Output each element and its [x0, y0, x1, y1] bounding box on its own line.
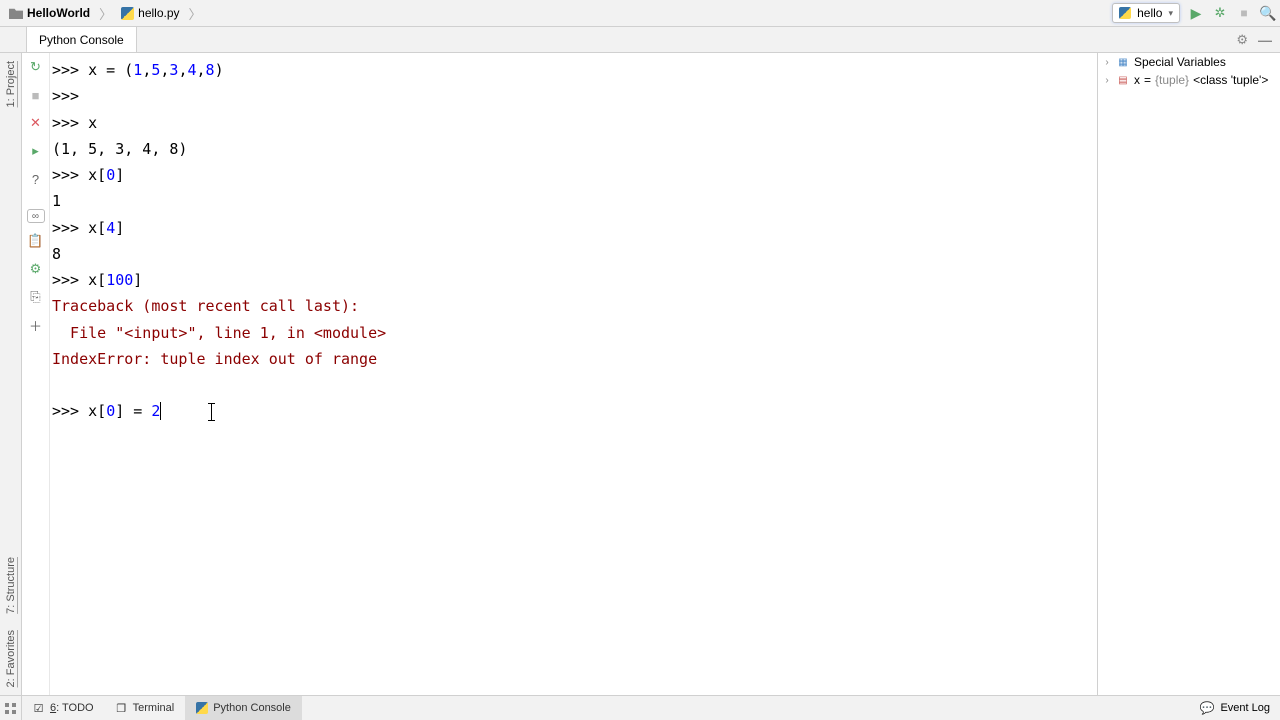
chevron-right-icon[interactable]: › [1102, 57, 1112, 68]
variable-class: <class 'tuple'> [1193, 73, 1268, 87]
text-cursor-icon [211, 403, 212, 421]
event-log-icon: 💬 [1200, 701, 1215, 715]
stop-console-button[interactable]: ■ [26, 85, 46, 105]
tool-tab-left-strip [0, 27, 27, 52]
run-button[interactable]: ▶ [1188, 5, 1204, 21]
chevron-right-icon: 〉 [97, 4, 114, 23]
console-output: (1, 5, 3, 4, 8) [52, 136, 1095, 162]
tab-label: Python Console [39, 33, 124, 47]
bottom-status-bar: ☑ 6: TODO ❐ Terminal Python Console 💬 Ev… [0, 695, 1280, 720]
event-log-button[interactable]: Event Log [1220, 702, 1270, 714]
run-config-label: hello [1137, 6, 1162, 20]
traceback-line: IndexError: tuple index out of range [52, 346, 1095, 372]
sidebar-item-project[interactable]: 1: Project [5, 53, 17, 115]
tool-windows-icon [5, 703, 16, 714]
main-content: 1: Project 7: Structure 2: Favorites ↻ ■… [0, 53, 1280, 695]
variables-panel: › ▦ Special Variables › ▤ x = {tuple} <c… [1097, 53, 1280, 695]
console-input-cursor[interactable]: 2 [151, 402, 161, 420]
left-tool-strip: 1: Project 7: Structure 2: Favorites [0, 53, 22, 695]
prompt: >>> [52, 61, 88, 79]
folder-icon [9, 7, 23, 19]
variable-x[interactable]: › ▤ x = {tuple} <class 'tuple'> [1098, 71, 1280, 89]
stop-button: ■ [1236, 5, 1252, 21]
python-file-icon [121, 7, 134, 20]
terminal-icon: ❐ [115, 702, 128, 715]
browse-history-button[interactable]: ⎘ [26, 287, 46, 307]
variable-name: x [1134, 73, 1140, 87]
console-toolbar: ↻ ■ ✕ ▸ ? ∞ 📋 ⚙ ⎘ ＋ [22, 53, 50, 695]
execute-button[interactable]: ▸ [26, 141, 46, 161]
scroll-to-end-button[interactable]: 📋 [26, 231, 46, 251]
bottom-tab-todo[interactable]: ☑ 6: TODO [22, 696, 105, 720]
chevron-right-icon: 〉 [187, 4, 204, 23]
traceback-line: File "<input>", line 1, in <module> [52, 320, 1095, 346]
top-toolbar-right: hello ▾ ▶ ✲ ■ 🔍 [1112, 3, 1276, 23]
rerun-button[interactable]: ↻ [26, 57, 46, 77]
sidebar-item-structure[interactable]: 7: Structure [5, 549, 17, 622]
tool-window-tab-bar: Python Console ⚙ — [0, 27, 1280, 53]
console-output: 1 [52, 188, 1095, 214]
bottom-tab-label: Python Console [213, 702, 291, 714]
bottom-tab-label: Terminal [133, 702, 175, 714]
bottom-tab-terminal[interactable]: ❐ Terminal [105, 696, 186, 720]
bottom-left-toggle[interactable] [0, 696, 22, 720]
variables-special-label: Special Variables [1134, 55, 1226, 69]
variable-type: {tuple} [1155, 73, 1189, 87]
python-icon [195, 702, 208, 715]
python-icon [1119, 7, 1131, 19]
prompt: >>> [52, 83, 1095, 109]
top-navigation-bar: HelloWorld 〉 hello.py 〉 hello ▾ ▶ ✲ ■ 🔍 [0, 0, 1280, 27]
breadcrumb-project[interactable]: HelloWorld [4, 4, 95, 22]
chevron-right-icon[interactable]: › [1102, 75, 1112, 86]
help-button[interactable]: ? [26, 169, 46, 189]
bottom-right: 💬 Event Log [1200, 701, 1280, 715]
variables-special[interactable]: › ▦ Special Variables [1098, 53, 1280, 71]
tuple-icon: ▤ [1116, 73, 1130, 87]
bottom-tab-python-console[interactable]: Python Console [185, 696, 302, 720]
debug-button[interactable]: ✲ [1212, 5, 1228, 21]
breadcrumb-file[interactable]: hello.py [116, 4, 184, 22]
python-console-output[interactable]: >>> x = (1,5,3,4,8)>>> >>> x(1, 5, 3, 4,… [50, 53, 1097, 695]
breadcrumb-file-label: hello.py [138, 6, 179, 20]
close-button[interactable]: ✕ [26, 113, 46, 133]
console-output: 8 [52, 241, 1095, 267]
bottom-tab-label: 6: TODO [50, 702, 94, 714]
breadcrumb-project-label: HelloWorld [27, 6, 90, 20]
minimize-icon[interactable]: — [1258, 32, 1272, 48]
show-variables-button[interactable]: ⚙ [26, 259, 46, 279]
sidebar-item-favorites[interactable]: 2: Favorites [5, 622, 17, 695]
console-line: >>> x [52, 110, 1095, 136]
search-everywhere-button[interactable]: 🔍 [1260, 5, 1276, 21]
breadcrumb: HelloWorld 〉 hello.py 〉 [4, 4, 1112, 23]
new-console-button[interactable]: ＋ [26, 315, 46, 335]
special-vars-icon: ▦ [1116, 55, 1130, 69]
soft-wrap-button[interactable]: ∞ [27, 209, 45, 223]
traceback-line: Traceback (most recent call last): [52, 293, 1095, 319]
bottom-tool-tabs: ☑ 6: TODO ❐ Terminal Python Console [22, 696, 302, 720]
tab-python-console[interactable]: Python Console [27, 27, 137, 52]
gear-icon[interactable]: ⚙ [1236, 32, 1248, 48]
run-configuration-selector[interactable]: hello ▾ [1112, 3, 1180, 23]
todo-icon: ☑ [32, 702, 45, 715]
chevron-down-icon: ▾ [1168, 8, 1173, 19]
